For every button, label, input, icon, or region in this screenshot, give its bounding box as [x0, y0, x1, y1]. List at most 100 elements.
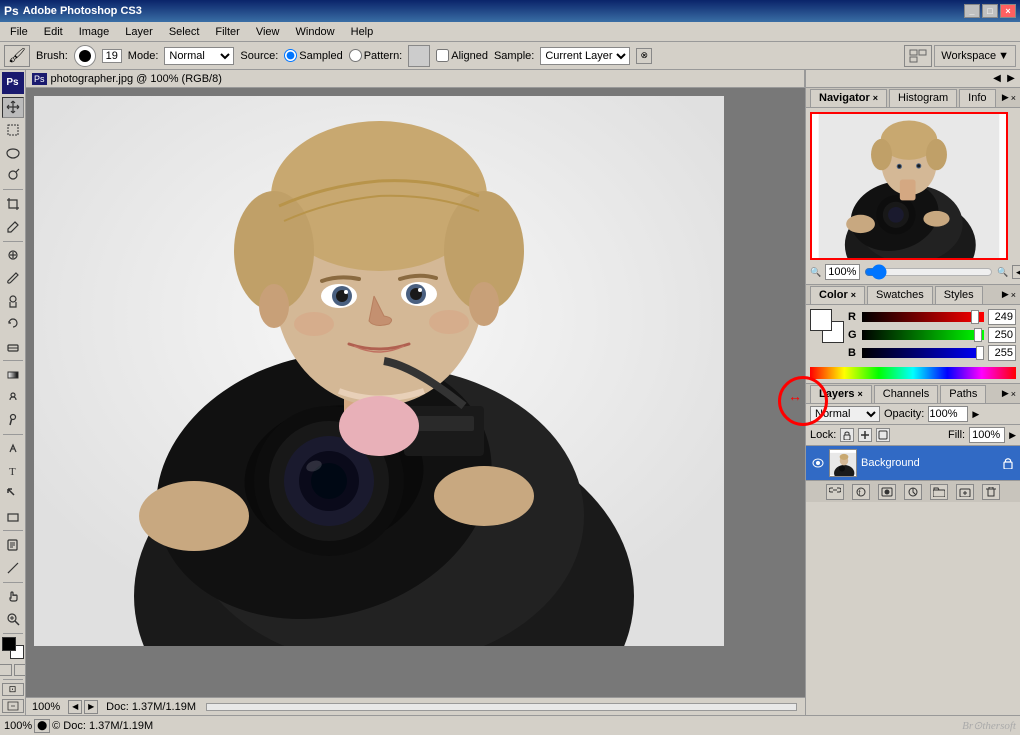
tool-path-select[interactable] [2, 483, 24, 505]
menu-layer[interactable]: Layer [117, 24, 161, 40]
link-layers-button[interactable] [826, 484, 844, 500]
add-layer-style-button[interactable]: f [852, 484, 870, 500]
tool-clone[interactable] [2, 290, 24, 312]
tool-lasso[interactable] [2, 142, 24, 164]
zoom-out-icon[interactable]: 🔍 [810, 267, 821, 278]
navigator-close-icon[interactable]: × [1011, 93, 1016, 103]
menu-view[interactable]: View [248, 24, 288, 40]
tool-crop[interactable] [2, 193, 24, 215]
canvas-next-button[interactable]: ▶ [84, 700, 98, 714]
quick-mask-button[interactable] [14, 664, 27, 676]
aligned-checkbox-label[interactable]: Aligned [436, 49, 488, 62]
tool-hand[interactable] [2, 586, 24, 608]
create-layer-button[interactable] [956, 484, 974, 500]
green-slider-thumb[interactable] [974, 328, 982, 342]
opacity-input[interactable] [928, 406, 968, 422]
red-slider-thumb[interactable] [971, 310, 979, 324]
menu-edit[interactable]: Edit [36, 24, 71, 40]
add-mask-button[interactable] [878, 484, 896, 500]
tool-brush[interactable] [2, 267, 24, 289]
blue-slider-container[interactable] [862, 348, 984, 358]
delete-layer-button[interactable] [982, 484, 1000, 500]
layers-menu-icon[interactable]: ▶ [1002, 388, 1009, 399]
standard-mode-button[interactable] [0, 664, 12, 676]
lock-position-icon[interactable] [858, 428, 872, 442]
red-value-input[interactable] [988, 309, 1016, 325]
menu-help[interactable]: Help [343, 24, 382, 40]
tab-styles[interactable]: Styles [935, 286, 983, 304]
tool-marquee[interactable] [2, 119, 24, 141]
navigator-zoom-input[interactable] [825, 264, 860, 280]
sampled-radio[interactable] [284, 49, 297, 62]
zoom-info-button[interactable]: ⬤ [34, 719, 50, 733]
menu-filter[interactable]: Filter [207, 24, 247, 40]
workspace-button[interactable]: Workspace ▼ [934, 45, 1016, 67]
tool-move[interactable] [2, 97, 24, 119]
tool-zoom[interactable] [2, 608, 24, 630]
cancel-clone-icon[interactable]: ⊗ [636, 48, 652, 64]
menu-select[interactable]: Select [161, 24, 208, 40]
layer-row-background[interactable]: Background [806, 446, 1020, 480]
tool-healing[interactable] [2, 245, 24, 267]
menu-file[interactable]: File [2, 24, 36, 40]
layers-blend-mode[interactable]: Normal [810, 406, 880, 422]
navigator-menu-icon[interactable]: ▶ [1002, 92, 1009, 103]
layer-visibility-icon[interactable] [811, 456, 825, 470]
layers-tab-close[interactable]: × [857, 389, 862, 399]
zoom-prev-button[interactable]: ◀ [1012, 265, 1020, 279]
foreground-color-swatch[interactable] [810, 309, 832, 331]
tab-channels[interactable]: Channels [874, 385, 938, 403]
tool-shape[interactable] [2, 506, 24, 528]
close-button[interactable]: × [1000, 4, 1016, 18]
tab-color[interactable]: Color × [810, 286, 865, 304]
collapse-right-icon[interactable]: ▶ [1004, 72, 1018, 86]
navigator-zoom-slider[interactable] [864, 266, 993, 278]
tool-quick-select[interactable] [2, 165, 24, 187]
canvas-prev-button[interactable]: ◀ [68, 700, 82, 714]
tool-history-brush[interactable] [2, 312, 24, 334]
tab-histogram[interactable]: Histogram [889, 89, 957, 107]
fill-arrow-icon[interactable]: ▶ [1009, 430, 1016, 441]
menu-window[interactable]: Window [288, 24, 343, 40]
red-slider-container[interactable] [862, 312, 984, 322]
create-group-button[interactable] [930, 484, 948, 500]
layers-close-icon[interactable]: × [1011, 389, 1016, 399]
tab-swatches[interactable]: Swatches [867, 286, 933, 304]
lock-pixels-icon[interactable] [840, 428, 854, 442]
zoom-in-icon[interactable]: 🔍 [997, 267, 1008, 278]
pattern-preview[interactable] [408, 45, 430, 67]
foreground-background-colors[interactable] [2, 637, 24, 659]
mode-select[interactable]: Normal [164, 47, 234, 65]
go-to-bridge-button[interactable] [2, 699, 24, 713]
tab-paths[interactable]: Paths [940, 385, 986, 403]
tool-measure[interactable] [2, 557, 24, 579]
aligned-checkbox[interactable] [436, 49, 449, 62]
navigator-tab-close[interactable]: × [873, 93, 878, 103]
tool-notes[interactable] [2, 534, 24, 556]
tool-eyedropper[interactable] [2, 216, 24, 238]
color-close-icon[interactable]: × [1011, 290, 1016, 300]
opacity-arrow-icon[interactable]: ▶ [972, 409, 979, 420]
tab-navigator[interactable]: Navigator × [810, 89, 887, 107]
navigator-preview[interactable] [810, 112, 1008, 260]
brush-size[interactable]: 19 [102, 49, 122, 63]
tool-dodge[interactable] [2, 409, 24, 431]
tool-pen[interactable] [2, 438, 24, 460]
tool-eraser[interactable] [2, 335, 24, 357]
lock-all-icon[interactable] [876, 428, 890, 442]
tab-layers[interactable]: Layers × [810, 385, 872, 403]
brush-preview[interactable] [74, 45, 96, 67]
horizontal-scrollbar[interactable] [206, 703, 797, 711]
collapse-left-icon[interactable]: ◀ [990, 72, 1004, 86]
maximize-button[interactable]: □ [982, 4, 998, 18]
color-menu-icon[interactable]: ▶ [1002, 289, 1009, 300]
sample-select[interactable]: Current Layer [540, 47, 630, 65]
tool-type[interactable]: T [2, 460, 24, 482]
create-adjustment-button[interactable] [904, 484, 922, 500]
tool-gradient[interactable] [2, 364, 24, 386]
blue-slider-thumb[interactable] [976, 346, 984, 360]
green-value-input[interactable] [988, 327, 1016, 343]
pattern-radio[interactable] [349, 49, 362, 62]
pattern-radio-label[interactable]: Pattern: [349, 49, 403, 62]
menu-image[interactable]: Image [71, 24, 118, 40]
